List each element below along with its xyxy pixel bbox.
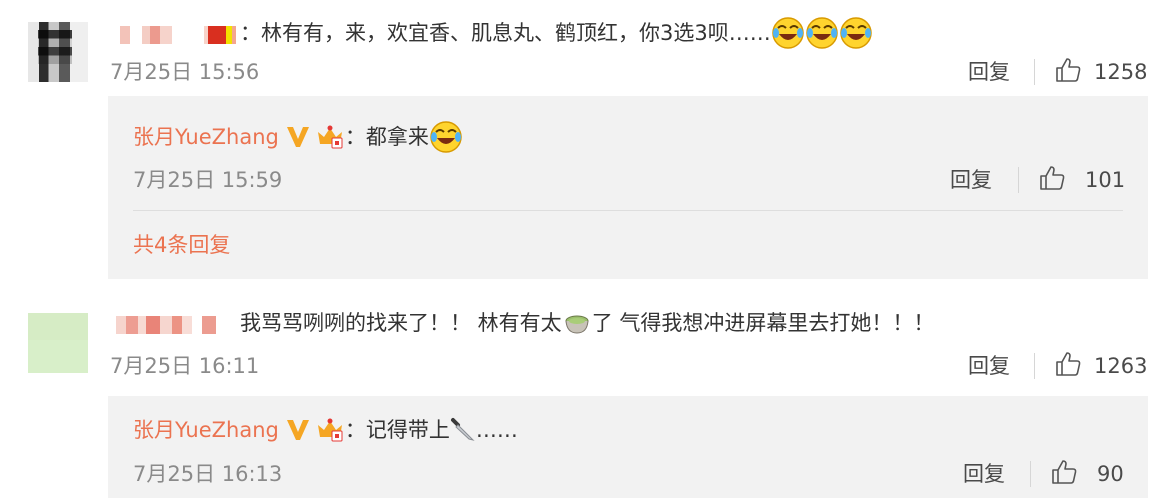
- like-count: 101: [1085, 168, 1126, 192]
- reply-author-link[interactable]: 张月YueZhang: [133, 123, 279, 151]
- verified-v-icon[interactable]: [285, 125, 311, 149]
- thumbs-up-icon[interactable]: [1038, 164, 1066, 192]
- laughing-crying-emoji-icon: [430, 121, 462, 153]
- reply-button[interactable]: 回复: [968, 352, 1010, 380]
- thumbs-up-icon[interactable]: [1054, 56, 1082, 84]
- more-replies-link[interactable]: 共4条回复: [133, 231, 230, 259]
- reply-content-suffix: ……: [475, 418, 518, 442]
- reply-timestamp: 7月25日 16:13: [133, 462, 283, 486]
- reply-button[interactable]: 回复: [950, 166, 992, 194]
- verified-v-icon[interactable]: [285, 418, 311, 442]
- username-blurred[interactable]: [116, 316, 216, 334]
- reply-button[interactable]: 回复: [968, 58, 1010, 86]
- reply-content: ：都拿来: [344, 125, 429, 149]
- comment-content-suffix: 了 气得我想冲进屏幕里去打她！！！: [591, 311, 935, 335]
- reply-box: 张月YueZhang ：都拿来 7月25日 15:59 回复 101 共4条回复: [108, 96, 1148, 279]
- emoji-group: [771, 16, 873, 50]
- reply-item: 张月YueZhang ：记得带上 ……: [133, 416, 518, 444]
- user-avatar[interactable]: [28, 313, 88, 373]
- action-divider: [1018, 167, 1019, 193]
- like-count: 90: [1097, 462, 1124, 486]
- reply-button[interactable]: 回复: [963, 460, 1005, 488]
- comment-timestamp: 7月25日 16:11: [110, 354, 260, 378]
- comment-text: ：林有有，来，欢宜香、肌息丸、鹤顶红，你3选3呗……: [240, 16, 873, 50]
- comment-content: 我骂骂咧咧的找来了！！ 林有有太: [240, 311, 562, 335]
- crown-vip-icon[interactable]: [315, 124, 345, 150]
- laughing-crying-emoji-icon: [805, 17, 838, 49]
- reply-separator: [133, 210, 1123, 211]
- reply-item: 张月YueZhang ：都拿来: [133, 120, 463, 154]
- green-tea-emoji-icon: [565, 315, 589, 334]
- crown-vip-icon[interactable]: [315, 417, 345, 443]
- action-divider: [1030, 461, 1031, 487]
- comment-content: ：林有有，来，欢宜香、肌息丸、鹤顶红，你3选3呗……: [240, 21, 771, 45]
- thumbs-up-icon[interactable]: [1050, 458, 1078, 486]
- laughing-crying-emoji-icon: [771, 17, 804, 49]
- action-divider: [1034, 353, 1035, 379]
- thumbs-up-icon[interactable]: [1054, 350, 1082, 378]
- reply-author-link[interactable]: 张月YueZhang: [133, 416, 279, 444]
- user-avatar[interactable]: [28, 22, 88, 82]
- action-divider: [1034, 59, 1035, 85]
- laughing-crying-emoji-icon: [839, 17, 872, 49]
- reply-timestamp: 7月25日 15:59: [133, 168, 283, 192]
- reply-content: ：记得带上: [344, 418, 450, 442]
- like-count: 1258: [1094, 60, 1148, 84]
- comment-text: 我骂骂咧咧的找来了！！ 林有有太 了 气得我想冲进屏幕里去打她！！！: [240, 309, 934, 337]
- like-count: 1263: [1094, 354, 1148, 378]
- username-blurred[interactable]: [116, 26, 236, 44]
- comment-timestamp: 7月25日 15:56: [110, 60, 260, 84]
- knife-emoji-icon: [450, 418, 475, 441]
- reply-box: 张月YueZhang ：记得带上 …… 7月25日 16:13 回复 90: [108, 396, 1148, 498]
